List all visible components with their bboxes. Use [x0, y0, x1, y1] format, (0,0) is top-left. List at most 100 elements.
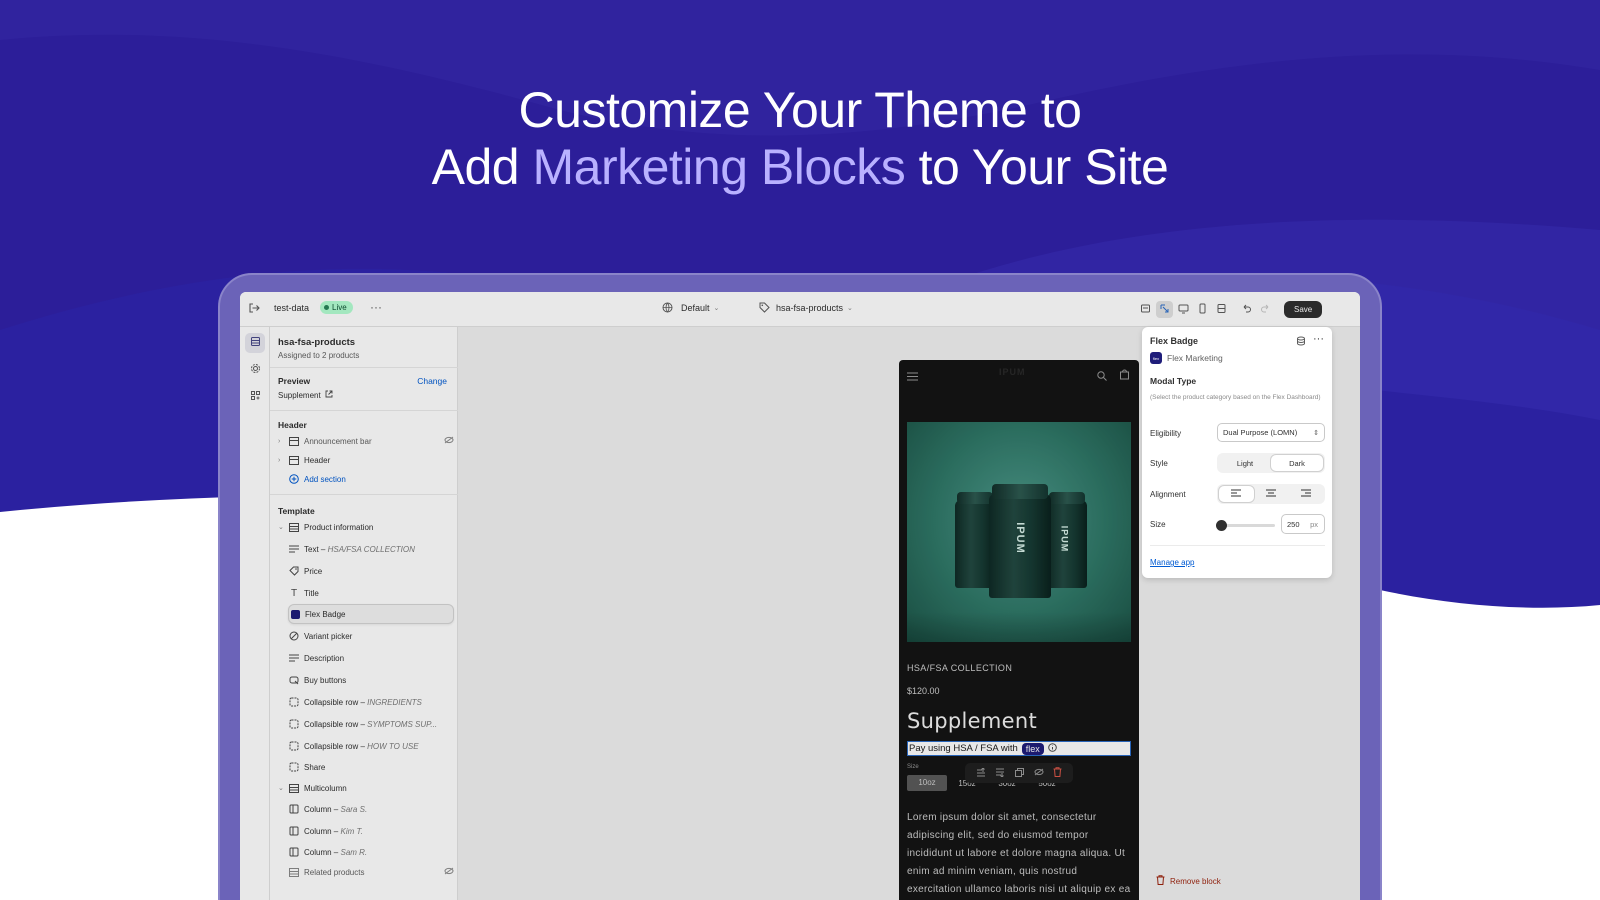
delete-trash-icon[interactable]	[1053, 767, 1062, 779]
block-sub: Sam R.	[340, 847, 368, 857]
size-value: 250	[1287, 519, 1300, 529]
more-actions-button[interactable]: ···	[370, 300, 382, 314]
size-input[interactable]: 250 px	[1281, 514, 1325, 534]
theme-editor-screen: test-data Live ··· Default ⌄ hsa-fsa-pro…	[240, 292, 1360, 900]
select-chevron-icon: ⇕	[1313, 429, 1319, 437]
block-flex-badge[interactable]: Flex Badge	[288, 604, 454, 624]
sections-sidebar: hsa-fsa-products Assigned to 2 products …	[270, 327, 458, 900]
search-icon[interactable]	[1097, 368, 1107, 386]
rail-apps-button[interactable]	[245, 387, 265, 407]
view-controls: Save	[1135, 301, 1323, 318]
section-announcement-bar[interactable]: › Announcement bar	[278, 431, 454, 451]
style-option-light[interactable]: Light	[1219, 455, 1271, 471]
mobile-view-button[interactable]	[1194, 301, 1211, 318]
align-center-button[interactable]	[1254, 486, 1289, 502]
add-section-button[interactable]: Add section	[278, 469, 454, 489]
headline-line-1: Customize Your Theme to	[518, 82, 1082, 138]
separator: –	[331, 804, 341, 814]
block-variant-picker[interactable]: Variant picker	[288, 626, 454, 646]
slider-knob[interactable]	[1216, 520, 1227, 531]
block-share[interactable]: Share	[288, 757, 454, 777]
block-text[interactable]: Text – HSA/FSA COLLECTION	[288, 539, 454, 559]
fullscreen-button[interactable]	[1213, 301, 1230, 318]
chevron-down-icon: ⌄	[847, 304, 853, 312]
redo-button[interactable]	[1257, 301, 1274, 318]
block-title[interactable]: T Title	[288, 583, 454, 603]
template-name: hsa-fsa-products	[278, 337, 356, 348]
storefront-preview: IPUM IPUM IPUM HSA/FSA COLLECTION $120.0…	[899, 360, 1139, 900]
inspector-button[interactable]	[1137, 301, 1154, 318]
template-assigned: Assigned to 2 products	[278, 351, 360, 360]
change-preview-link[interactable]: Change	[417, 376, 447, 386]
block-description[interactable]: Description	[288, 648, 454, 668]
block-price[interactable]: Price	[288, 561, 454, 581]
block-collapsible-row[interactable]: Collapsible row – HOW TO USE	[288, 736, 454, 756]
section-related-products[interactable]: Related products	[278, 862, 454, 882]
headline-line-2: Add Marketing Blocks to Your Site	[0, 139, 1600, 196]
preview-canvas: IPUM IPUM IPUM HSA/FSA COLLECTION $120.0…	[458, 327, 1142, 900]
section-multicolumn[interactable]: ⌄ Multicolumn	[278, 778, 454, 798]
separator: –	[358, 697, 368, 707]
panel-more-button[interactable]: ···	[1313, 333, 1324, 345]
align-left-button[interactable]	[1219, 486, 1254, 502]
select-mode-button[interactable]	[1156, 301, 1173, 318]
collapsible-icon	[288, 719, 300, 729]
align-right-button[interactable]	[1288, 486, 1323, 502]
size-slider[interactable]	[1216, 520, 1275, 531]
chevron-down-icon: ⌄	[278, 785, 284, 792]
hide-eye-icon[interactable]	[1034, 768, 1044, 778]
manage-app-link[interactable]: Manage app	[1150, 558, 1194, 567]
move-up-icon[interactable]	[976, 766, 986, 779]
move-down-icon[interactable]	[995, 768, 1005, 779]
block-column[interactable]: Column – Sara S.	[288, 799, 454, 819]
eligibility-label: Eligibility	[1150, 429, 1182, 438]
hidden-eye-icon[interactable]	[444, 436, 454, 446]
block-column[interactable]: Column – Sam R.	[288, 842, 454, 862]
preview-product-link[interactable]: Supplement	[278, 390, 333, 400]
undo-button[interactable]	[1238, 301, 1255, 318]
template-selector[interactable]: hsa-fsa-products ⌄	[759, 302, 853, 313]
exit-button[interactable]	[248, 302, 260, 314]
separator: –	[331, 847, 341, 857]
store-name: test-data	[274, 303, 310, 313]
theme-selector[interactable]: Default ⌄	[662, 302, 719, 313]
block-sub: HSA/FSA COLLECTION	[327, 544, 415, 554]
database-icon[interactable]	[1296, 336, 1306, 348]
block-collapsible-row[interactable]: Collapsible row – SYMPTOMS SUP...	[288, 714, 454, 734]
product-image[interactable]: IPUM IPUM	[907, 422, 1131, 642]
size-option[interactable]: 10oz	[907, 775, 947, 791]
section-header[interactable]: › Header	[278, 450, 454, 470]
block-floating-toolbar	[965, 763, 1073, 783]
block-column[interactable]: Column – Kim T.	[288, 821, 454, 841]
divider	[270, 494, 458, 495]
style-label: Style	[1150, 459, 1168, 468]
alignment-toggle	[1217, 484, 1325, 504]
redo-icon	[1260, 303, 1271, 316]
style-option-dark[interactable]: Dark	[1271, 455, 1323, 471]
block-collapsible-row[interactable]: Collapsible row – INGREDIENTS	[288, 692, 454, 712]
headline-accent: Marketing Blocks	[532, 139, 906, 195]
external-link-icon	[325, 390, 333, 400]
rail-sections-button[interactable]	[245, 333, 265, 353]
desktop-view-button[interactable]	[1175, 301, 1192, 318]
info-icon[interactable]	[1047, 742, 1057, 755]
duplicate-icon[interactable]	[1014, 767, 1024, 779]
cart-icon[interactable]	[1119, 367, 1130, 385]
flex-app-icon: flex	[1150, 352, 1162, 364]
exit-icon	[248, 302, 260, 314]
remove-block-button[interactable]: Remove block	[1156, 875, 1221, 887]
hamburger-menu-icon[interactable]	[907, 368, 918, 386]
alignment-label: Alignment	[1150, 490, 1186, 499]
modal-type-heading: Modal Type	[1150, 376, 1197, 386]
section-label: Related products	[304, 867, 365, 877]
section-product-information[interactable]: ⌄ Product information	[278, 517, 454, 537]
hidden-eye-icon[interactable]	[444, 867, 454, 877]
block-buy-buttons[interactable]: Buy buttons	[288, 670, 454, 690]
save-button[interactable]: Save	[1284, 301, 1323, 318]
rail-settings-button[interactable]	[245, 360, 265, 380]
eligibility-select[interactable]: Dual Purpose (LOMN) ⇕	[1217, 423, 1325, 442]
modal-type-help: (Select the product category based on th…	[1150, 394, 1321, 401]
chevron-down-icon: ⌄	[713, 304, 720, 312]
block-sub: Sara S.	[340, 804, 368, 814]
flex-badge-preview[interactable]: Pay using HSA / FSA with flex	[907, 741, 1131, 756]
